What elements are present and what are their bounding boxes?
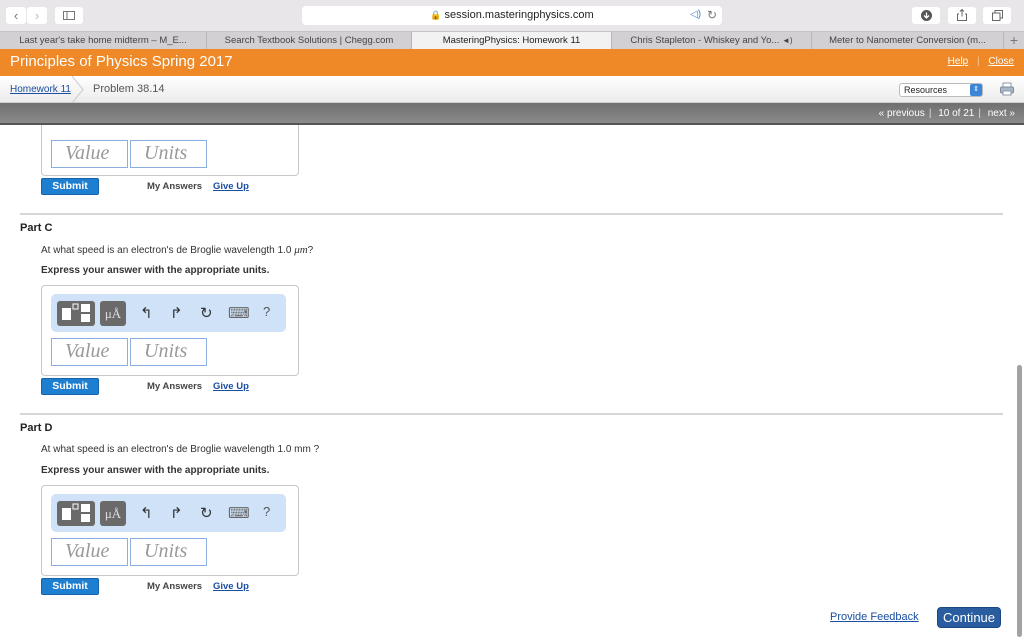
give-up-link[interactable]: Give Up	[213, 181, 249, 192]
url-text: session.masteringphysics.com	[444, 9, 594, 21]
select-arrows-icon: ⇕	[970, 84, 982, 96]
units-input[interactable]: Units	[130, 140, 207, 168]
part-c-title: Part C	[20, 222, 53, 234]
part-d-instruction: Express your answer with the appropriate…	[41, 465, 270, 476]
sidebar-toggle-button[interactable]	[55, 7, 83, 24]
lock-icon: 🔒	[430, 10, 442, 20]
help-icon[interactable]: ?	[263, 504, 270, 519]
answer-box-part-b: Value Units	[41, 125, 299, 176]
plus-icon: +	[1009, 32, 1019, 48]
undo-icon[interactable]: ↰	[140, 304, 153, 322]
value-input[interactable]: Value	[51, 140, 128, 168]
keyboard-icon[interactable]: ⌨	[228, 504, 250, 522]
header-divider: |	[977, 56, 980, 67]
course-title: Principles of Physics Spring 2017	[10, 53, 233, 70]
units-icon: μÅ	[104, 506, 122, 521]
breadcrumb-homework-link[interactable]: Homework 11	[10, 84, 71, 95]
breadcrumb: Homework 11 Problem 38.14	[0, 76, 1024, 103]
tabs-icon	[991, 10, 1003, 21]
divider	[20, 213, 1003, 215]
math-toolbar: μÅ ↰ ↱ ↻ ⌨ ?	[51, 294, 286, 332]
back-button[interactable]: ‹	[6, 7, 26, 24]
redo-icon[interactable]: ↱	[170, 504, 183, 522]
next-link[interactable]: next »	[988, 108, 1015, 119]
units-button[interactable]: μÅ	[100, 301, 126, 326]
part-c-instruction: Express your answer with the appropriate…	[41, 265, 270, 276]
undo-icon[interactable]: ↰	[140, 504, 153, 522]
value-input[interactable]: Value	[51, 338, 128, 366]
give-up-link[interactable]: Give Up	[213, 381, 249, 392]
breadcrumb-chevron-icon	[71, 76, 84, 103]
provide-feedback-link[interactable]: Provide Feedback	[830, 611, 919, 623]
answer-box-part-d: μÅ ↰ ↱ ↻ ⌨ ? Value Units	[41, 485, 299, 576]
math-toolbar: μÅ ↰ ↱ ↻ ⌨ ?	[51, 494, 286, 532]
divider	[20, 413, 1003, 415]
page-position: 10 of 21	[938, 108, 975, 119]
keyboard-icon[interactable]: ⌨	[228, 304, 250, 322]
sidebar-icon	[63, 11, 75, 20]
help-link[interactable]: Help	[948, 56, 969, 67]
problem-content: Value Units Submit My Answers Give Up Pa…	[0, 125, 1016, 640]
back-icon: ‹	[13, 8, 19, 23]
part-d-question: At what speed is an electron's de Brogli…	[41, 444, 320, 455]
browser-tab[interactable]: Last year's take home midterm – M_E...	[0, 32, 207, 50]
pager-bar: « previous | 10 of 21 | next »	[0, 103, 1024, 125]
tab-overview-button[interactable]	[983, 7, 1011, 24]
share-button[interactable]	[948, 7, 976, 24]
redo-icon[interactable]: ↱	[170, 304, 183, 322]
templates-button[interactable]	[57, 501, 95, 526]
downloads-button[interactable]	[912, 7, 940, 24]
part-d-title: Part D	[20, 422, 53, 434]
help-icon[interactable]: ?	[263, 304, 270, 319]
download-icon	[920, 10, 932, 21]
close-link[interactable]: Close	[988, 56, 1014, 67]
continue-button[interactable]: Continue	[937, 607, 1001, 628]
browser-tab-active[interactable]: MasteringPhysics: Homework 11	[412, 32, 612, 50]
submit-button[interactable]: Submit	[41, 578, 99, 595]
templates-icon	[62, 503, 90, 522]
units-button[interactable]: μÅ	[100, 501, 126, 526]
breadcrumb-current-problem: Problem 38.14	[93, 83, 165, 95]
reload-icon[interactable]: ↻	[707, 8, 717, 22]
audio-icon[interactable]: ◁)	[690, 9, 701, 20]
browser-tab[interactable]: Search Textbook Solutions | Chegg.com	[207, 32, 412, 50]
previous-link[interactable]: « previous	[879, 108, 925, 119]
vertical-scrollbar[interactable]	[1017, 365, 1022, 637]
units-input[interactable]: Units	[130, 338, 207, 366]
part-c-question: At what speed is an electron's de Brogli…	[41, 244, 314, 256]
reset-icon[interactable]: ↻	[200, 304, 213, 322]
forward-button[interactable]: ›	[27, 7, 47, 24]
browser-tab[interactable]: Meter to Nanometer Conversion (m...	[812, 32, 1004, 50]
submit-button[interactable]: Submit	[41, 378, 99, 395]
address-bar[interactable]: 🔒 session.masteringphysics.com ◁) ↻	[302, 6, 722, 25]
reset-icon[interactable]: ↻	[200, 504, 213, 522]
units-input[interactable]: Units	[130, 538, 207, 566]
tab-audio-icon[interactable]: ◄)	[782, 36, 793, 45]
forward-icon: ›	[34, 8, 40, 23]
new-tab-button[interactable]: +	[1004, 32, 1024, 50]
value-input[interactable]: Value	[51, 538, 128, 566]
print-icon[interactable]	[1000, 82, 1014, 96]
course-header: Principles of Physics Spring 2017 Help |…	[0, 49, 1024, 76]
share-icon	[957, 8, 967, 21]
browser-tab[interactable]: Chris Stapleton - Whiskey and Yo... ◄)	[612, 32, 812, 50]
tab-strip: Last year's take home midterm – M_E... S…	[0, 31, 1024, 50]
templates-button[interactable]	[57, 301, 95, 326]
my-answers-link[interactable]: My Answers	[147, 581, 202, 592]
browser-toolbar: ‹ › 🔒 session.masteringphysics.com ◁) ↻	[0, 0, 1024, 31]
submit-button[interactable]: Submit	[41, 178, 99, 195]
units-icon: μÅ	[104, 306, 122, 321]
my-answers-link[interactable]: My Answers	[147, 181, 202, 192]
templates-icon	[62, 303, 90, 322]
resources-select[interactable]: Resources ⇕	[899, 83, 983, 97]
answer-box-part-c: μÅ ↰ ↱ ↻ ⌨ ? Value Units	[41, 285, 299, 376]
give-up-link[interactable]: Give Up	[213, 581, 249, 592]
my-answers-link[interactable]: My Answers	[147, 381, 202, 392]
